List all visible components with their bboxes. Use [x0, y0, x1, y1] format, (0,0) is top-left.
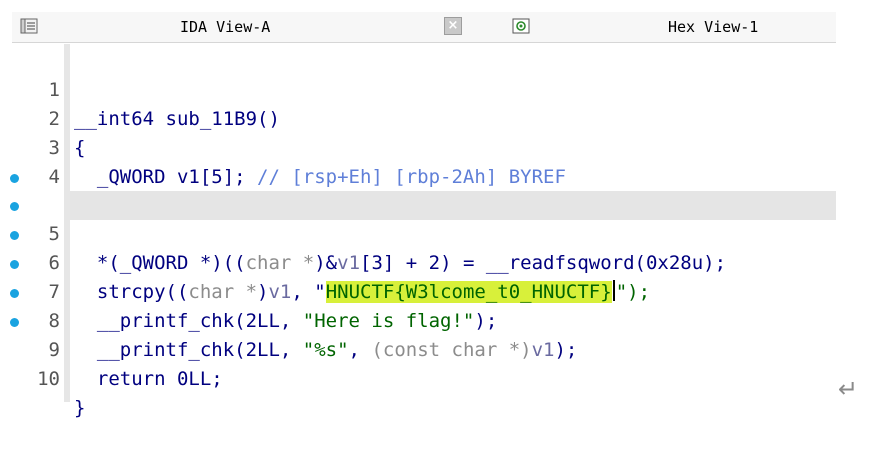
breakpoint-dot[interactable]	[10, 289, 19, 299]
code-text: }	[74, 394, 85, 423]
ida-view-icon	[20, 18, 38, 34]
code-token: );	[554, 338, 578, 361]
code-line-current[interactable]: 6 strcpy((char *)v1, "HNUCTF{W3lcome_t0_…	[0, 191, 836, 304]
code-token: ,	[348, 338, 372, 361]
code-line[interactable]: 10 }	[0, 307, 836, 419]
close-icon[interactable]: ×	[444, 17, 462, 35]
code-line[interactable]: 1 __int64 sub_11B9()	[0, 47, 836, 130]
tab-bar: IDA View-A × Hex View-1	[12, 12, 836, 43]
code-line[interactable]: 8 __printf_chk(2LL, "%s", (const char *)…	[0, 249, 836, 361]
cast-token: (const char *)	[371, 338, 532, 361]
hex-view-icon	[512, 18, 530, 34]
code-line[interactable]: 7 __printf_chk(2LL, "Here is flag!");	[0, 220, 836, 332]
tab-title: IDA View-A	[180, 18, 271, 36]
code-text: __printf_chk(2LL, "%s", (const char *)v1…	[74, 336, 578, 365]
code-text: return 0LL;	[74, 365, 223, 394]
code-line[interactable]: 2 {	[0, 76, 836, 159]
code-line[interactable]: 9 return 0LL;	[0, 278, 836, 390]
variable-v1[interactable]: v1	[532, 339, 555, 361]
tab-title: Hex View-1	[668, 18, 759, 36]
pseudocode-view[interactable]: 1 __int64 sub_11B9() 2 { 3 _QWORD v1[5];…	[0, 47, 836, 419]
return-statement: return 0LL;	[74, 367, 223, 390]
tab-hex-view-1[interactable]: Hex View-1	[508, 12, 836, 42]
close-brace: }	[74, 396, 86, 419]
return-arrow-icon: ↵	[838, 375, 859, 403]
breakpoint-dot[interactable]	[10, 260, 19, 270]
breakpoint-dot[interactable]	[10, 231, 19, 241]
string-literal[interactable]: "%s"	[303, 339, 349, 361]
breakpoint-dot[interactable]	[10, 202, 19, 212]
code-line[interactable]: 5 *(_QWORD *)((char *)&v1[3] + 2) = __re…	[0, 163, 836, 274]
code-line[interactable]: 4	[0, 134, 836, 188]
code-line[interactable]: 3 _QWORD v1[5]; // [rsp+Eh] [rbp-2Ah] BY…	[0, 105, 836, 188]
code-token: __printf_chk(2LL,	[74, 338, 303, 361]
line-number: 10	[37, 367, 60, 390]
tab-ida-view-a[interactable]: IDA View-A ×	[12, 12, 462, 42]
breakpoint-dot[interactable]	[10, 318, 19, 328]
breakpoint-dot[interactable]	[10, 173, 19, 183]
